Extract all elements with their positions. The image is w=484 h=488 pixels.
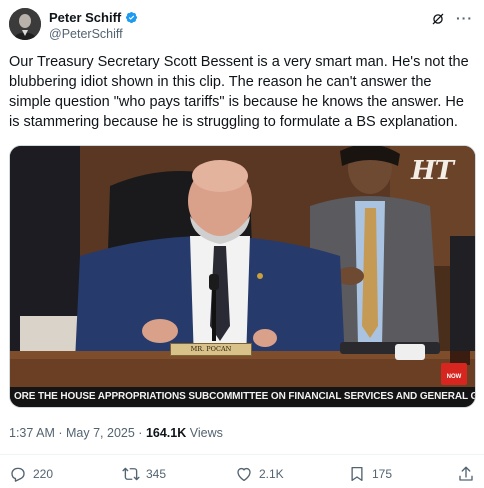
tweet-header: Peter Schiff @PeterSchiff ··· [9, 8, 475, 42]
author-name[interactable]: Peter Schiff [49, 10, 121, 25]
tweet-date[interactable]: May 7, 2025 [66, 426, 135, 440]
user-photo-icon [9, 8, 41, 40]
author-handle[interactable]: @PeterSchiff [49, 27, 123, 41]
retweet-count: 345 [146, 467, 167, 481]
now-badge: NOW [441, 363, 467, 385]
retweet-button[interactable]: 345 [122, 465, 166, 483]
action-bar: 220 345 2.1K 175 [9, 465, 477, 485]
views-count: 164.1K [145, 426, 187, 440]
tweet-video[interactable]: HT MR. POCAN NOW ORE THE HOUSE APPROPRIA… [9, 145, 476, 408]
bookmark-icon [351, 466, 363, 482]
tweet-time[interactable]: 1:37 AM [9, 426, 55, 440]
verified-badge-icon [126, 11, 138, 23]
share-button[interactable] [457, 465, 481, 483]
grok-icon[interactable] [431, 12, 445, 26]
ticker-text: ORE THE HOUSE APPROPRIATIONS SUBCOMMITTE… [14, 391, 476, 402]
reply-icon [11, 467, 25, 482]
video-frame [10, 146, 475, 407]
tweet-meta: 1:37 AM · May 7, 2025 · 164.1K Views [9, 426, 223, 440]
bookmark-button[interactable]: 175 [348, 465, 392, 483]
retweet-icon [122, 467, 140, 481]
reply-button[interactable]: 220 [9, 465, 53, 483]
bookmark-count: 175 [372, 467, 393, 481]
tweet-text: Our Treasury Secretary Scott Bessent is … [9, 54, 469, 130]
share-icon [459, 466, 473, 481]
divider [0, 454, 484, 455]
like-button[interactable]: 2.1K [235, 465, 284, 483]
reply-count: 220 [33, 467, 54, 481]
ht-logo: HT [411, 156, 454, 186]
heart-icon [237, 467, 251, 482]
meta-separator: · [58, 426, 63, 440]
nameplate: MR. POCAN [170, 343, 252, 356]
meta-separator: · [138, 426, 143, 440]
like-count: 2.1K [259, 467, 284, 481]
avatar[interactable] [9, 8, 41, 40]
more-options-icon[interactable]: ··· [456, 10, 473, 26]
views-label: Views [189, 426, 223, 440]
news-ticker: ORE THE HOUSE APPROPRIATIONS SUBCOMMITTE… [10, 387, 475, 407]
